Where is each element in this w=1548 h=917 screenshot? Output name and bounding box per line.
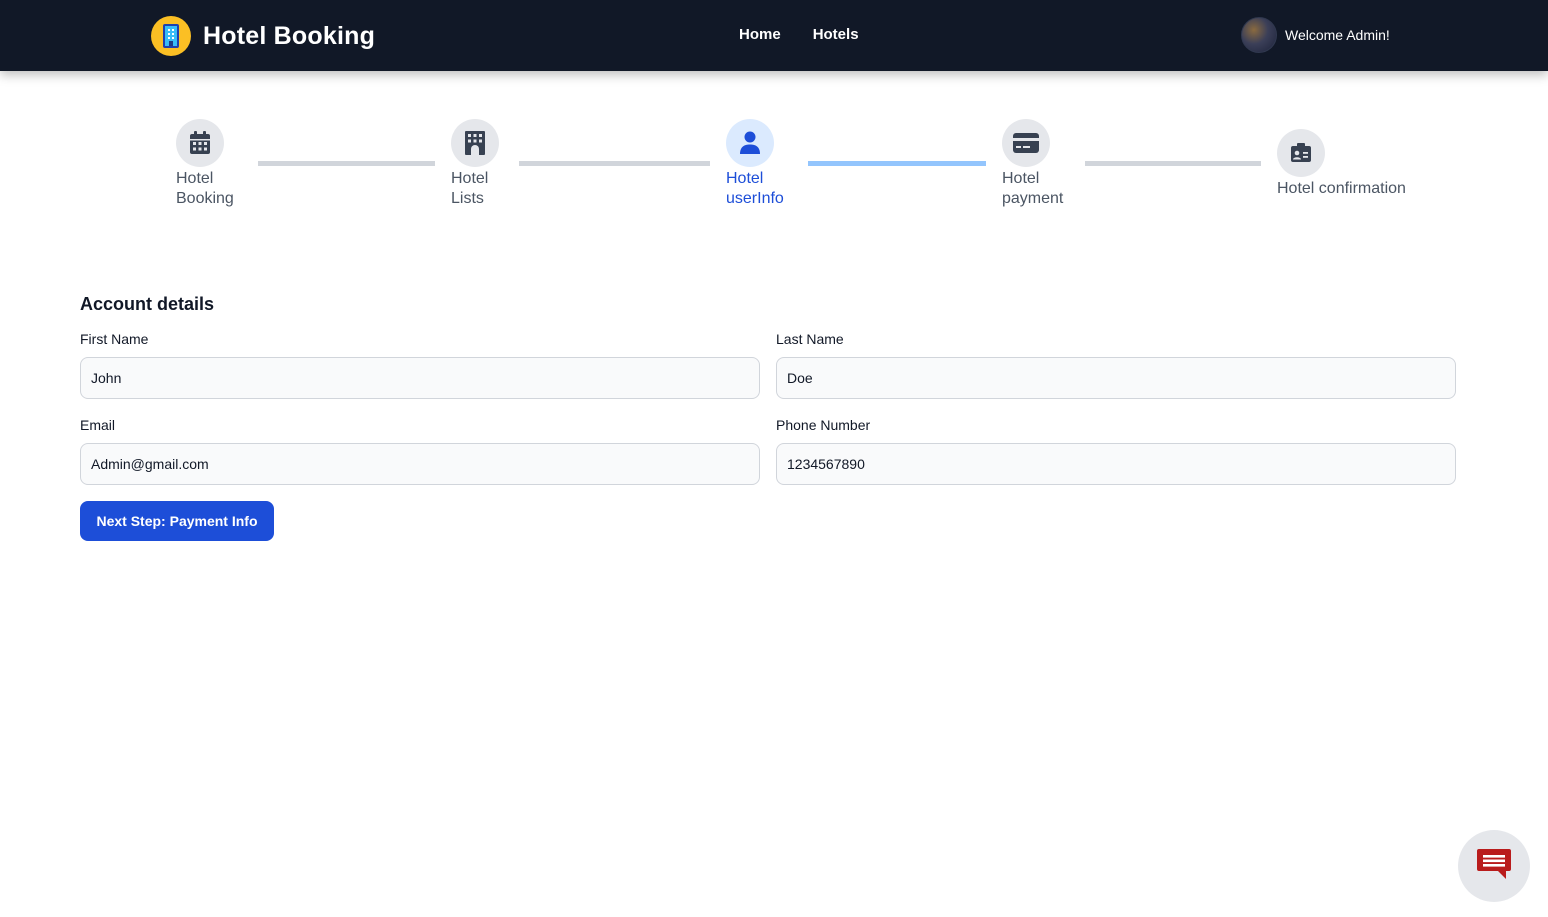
step-label: Hotel confirmation [1277,179,1437,199]
email-label: Email [80,417,116,433]
avatar[interactable] [1241,17,1277,53]
email-input[interactable] [80,443,760,485]
step-label: Hotel userInfo [726,169,806,209]
nav-link-home[interactable]: Home [739,26,781,43]
first-name-label: First Name [80,331,149,347]
step-label-line2: Lists [451,190,484,207]
brand-title: Hotel Booking [203,21,376,50]
form-title: Account details [80,294,215,314]
chat-icon [1476,847,1512,886]
nav-link-hotels[interactable]: Hotels [813,26,859,43]
chat-button[interactable] [1458,830,1530,902]
top-navbar: Hotel Booking Home Hotels Welcome Admin! [0,0,1548,71]
main-nav: Home Hotels [739,26,891,43]
stepper-connector [519,161,710,166]
last-name-label: Last Name [776,331,844,347]
step-label-line2: payment [1002,190,1064,207]
user-menu[interactable]: Welcome Admin! [1241,17,1390,53]
step-label: Hotel payment [1002,169,1082,209]
first-name-input[interactable] [80,357,760,399]
stepper-connector-active [808,161,986,166]
step-label-line1: Hotel confirmation [1277,180,1406,197]
phone-number-label: Phone Number [776,417,871,433]
id-card-icon [1277,129,1325,177]
step-label-line1: Hotel [176,170,214,187]
brand[interactable]: Hotel Booking [151,16,375,56]
step-label-line1: Hotel [726,170,764,187]
last-name-input[interactable] [776,357,1456,399]
step-hotel-payment[interactable]: Hotel payment [1002,119,1082,209]
hotel-logo-icon [151,16,191,56]
welcome-text: Welcome Admin! [1285,27,1390,43]
step-hotel-userinfo[interactable]: Hotel userInfo [726,119,806,209]
step-label-line2: Booking [176,190,234,207]
step-label-line1: Hotel [1002,170,1040,187]
phone-number-input[interactable] [776,443,1456,485]
step-hotel-lists[interactable]: Hotel Lists [451,119,531,209]
stepper-connector [1085,161,1261,166]
step-hotel-confirmation[interactable]: Hotel confirmation [1277,129,1437,199]
credit-card-icon [1002,119,1050,167]
building-icon [451,119,499,167]
next-step-payment-button[interactable]: Next Step: Payment Info [80,501,274,541]
stepper-connector [258,161,435,166]
calendar-icon [176,119,224,167]
user-icon [726,119,774,167]
step-hotel-booking[interactable]: Hotel Booking [176,119,256,209]
step-label: Hotel Booking [176,169,256,209]
step-label: Hotel Lists [451,169,531,209]
step-label-line1: Hotel [451,170,489,187]
step-label-line2: userInfo [726,190,784,207]
